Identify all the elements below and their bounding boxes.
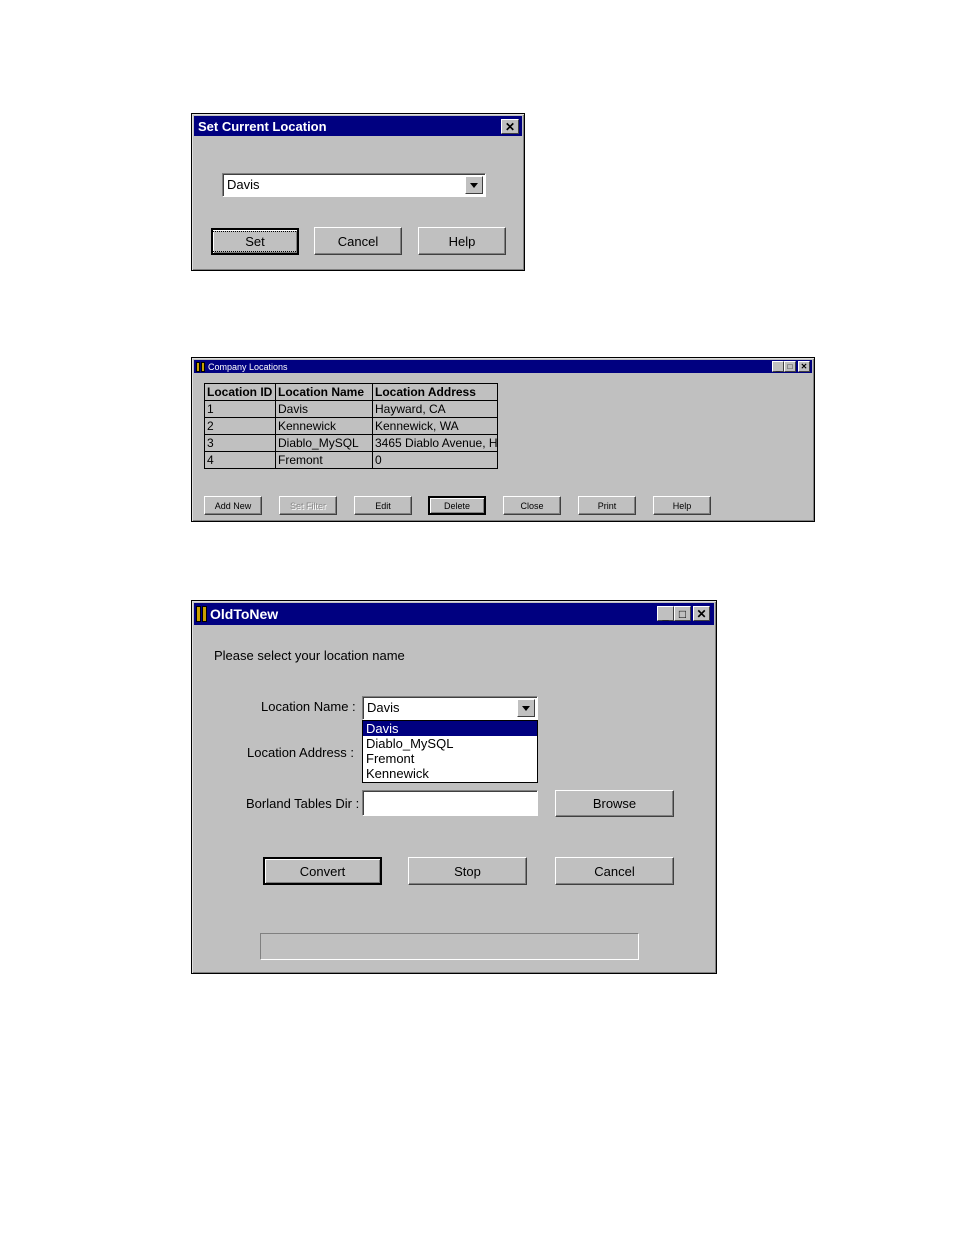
table-row[interactable]: 4 Fremont 0 xyxy=(204,451,498,469)
cancel-button[interactable]: Cancel xyxy=(555,857,674,885)
close-icon: ✕ xyxy=(800,361,808,371)
delete-button-label: Delete xyxy=(443,500,470,511)
location-address-label: Location Address : xyxy=(247,745,354,760)
window-title: OldToNew xyxy=(210,606,279,622)
browse-button-label: Browse xyxy=(592,796,637,811)
column-header[interactable]: Location Name xyxy=(275,383,373,401)
location-name-select-arrow[interactable] xyxy=(517,699,535,717)
set-button-label: Set xyxy=(212,231,298,252)
cancel-button-label: Cancel xyxy=(594,863,635,879)
set-filter-button[interactable]: Set Filter xyxy=(279,496,337,515)
chevron-down-icon xyxy=(522,705,530,711)
edit-button[interactable]: Edit xyxy=(354,496,412,515)
app-icon xyxy=(196,606,207,622)
close-button[interactable]: ✕ xyxy=(693,606,710,621)
dropdown-option[interactable]: Fremont xyxy=(363,751,537,766)
close-icon: ✕ xyxy=(504,119,516,134)
location-name-select[interactable]: Davis xyxy=(362,696,538,720)
set-filter-button-label: Set Filter xyxy=(289,500,326,511)
maximize-icon: □ xyxy=(678,606,687,621)
cancel-button[interactable]: Cancel xyxy=(314,227,402,255)
dropdown-option-selected[interactable]: Davis xyxy=(363,721,537,736)
add-new-button-label: Add New xyxy=(214,500,252,511)
prompt-text: Please select your location name xyxy=(214,648,405,663)
table-cell[interactable]: Fremont xyxy=(275,451,373,469)
chevron-down-icon xyxy=(470,182,478,188)
table-row[interactable]: 2 Kennewick Kennewick, WA xyxy=(204,417,498,435)
minimize-icon: _ xyxy=(662,609,669,622)
table-cell[interactable]: 2 xyxy=(204,417,276,435)
stop-button[interactable]: Stop xyxy=(408,857,527,885)
location-dropdown-list[interactable]: Davis Diablo_MySQL Fremont Kennewick xyxy=(362,720,538,783)
table-cell[interactable]: 3 xyxy=(204,434,276,452)
old-to-new-window: OldToNew _ □ ✕ Please select your locati… xyxy=(191,600,717,974)
dropdown-option[interactable]: Diablo_MySQL xyxy=(363,736,537,751)
minimize-button[interactable]: _ xyxy=(772,361,784,372)
table-cell[interactable]: 3465 Diablo Avenue, H xyxy=(372,434,498,452)
app-icon xyxy=(196,361,205,372)
progress-bar xyxy=(260,933,639,960)
table-row[interactable]: 1 Davis Hayward, CA xyxy=(204,400,498,418)
table-cell[interactable]: 0 xyxy=(372,451,498,469)
edit-button-label: Edit xyxy=(375,500,391,511)
help-button[interactable]: Help xyxy=(653,496,711,515)
browse-button[interactable]: Browse xyxy=(555,790,674,817)
maximize-button[interactable]: □ xyxy=(674,606,691,621)
print-button[interactable]: Print xyxy=(578,496,636,515)
location-select-arrow[interactable] xyxy=(465,176,483,194)
close-button[interactable]: ✕ xyxy=(501,119,519,134)
table-row[interactable]: 3 Diablo_MySQL 3465 Diablo Avenue, H xyxy=(204,434,498,452)
close-button-label: Close xyxy=(520,500,544,511)
delete-button[interactable]: Delete xyxy=(428,496,486,515)
print-button-label: Print xyxy=(597,500,617,511)
table-cell[interactable]: Hayward, CA xyxy=(372,400,498,418)
minimize-button[interactable]: _ xyxy=(657,606,674,621)
maximize-button[interactable]: □ xyxy=(784,361,796,372)
title-bar: Company Locations _ □ ✕ xyxy=(194,360,812,373)
table-cell[interactable]: Kennewick xyxy=(275,417,373,435)
title-bar: OldToNew _ □ ✕ xyxy=(194,603,714,625)
table-cell[interactable]: Davis xyxy=(275,400,373,418)
set-current-location-dialog: Set Current Location ✕ Davis Set Cancel … xyxy=(191,113,525,271)
stop-button-label: Stop xyxy=(454,863,481,879)
borland-tables-dir-label: Borland Tables Dir : xyxy=(246,796,360,811)
close-icon: ✕ xyxy=(696,606,707,621)
location-select-value: Davis xyxy=(227,177,260,192)
company-locations-window: Company Locations _ □ ✕ Location ID Loca… xyxy=(191,357,815,522)
convert-button-label: Convert xyxy=(299,863,346,879)
help-button-label: Help xyxy=(672,500,692,511)
maximize-icon: □ xyxy=(787,361,793,371)
title-bar: Set Current Location ✕ xyxy=(194,116,522,136)
table-cell[interactable]: Kennewick, WA xyxy=(372,417,498,435)
column-header[interactable]: Location Address xyxy=(372,383,498,401)
set-button[interactable]: Set xyxy=(211,228,299,255)
locations-table: Location ID Location Name Location Addre… xyxy=(204,383,498,469)
close-button[interactable]: ✕ xyxy=(798,361,810,372)
window-title: Set Current Location xyxy=(198,118,327,134)
close-button[interactable]: Close xyxy=(503,496,561,515)
add-new-button[interactable]: Add New xyxy=(204,496,262,515)
location-name-label: Location Name : xyxy=(261,699,356,714)
table-cell[interactable]: 4 xyxy=(204,451,276,469)
table-cell[interactable]: 1 xyxy=(204,400,276,418)
column-header[interactable]: Location ID xyxy=(204,383,276,401)
window-title: Company Locations xyxy=(208,361,288,372)
help-button[interactable]: Help xyxy=(418,227,506,255)
convert-button[interactable]: Convert xyxy=(263,857,382,885)
minimize-icon: _ xyxy=(775,363,781,373)
location-select[interactable]: Davis xyxy=(222,173,486,197)
table-header-row: Location ID Location Name Location Addre… xyxy=(204,383,498,401)
location-name-value: Davis xyxy=(367,700,400,715)
help-button-label: Help xyxy=(448,233,476,249)
cancel-button-label: Cancel xyxy=(337,233,379,249)
dropdown-option[interactable]: Kennewick xyxy=(363,766,537,781)
table-cell[interactable]: Diablo_MySQL xyxy=(275,434,373,452)
borland-tables-dir-input[interactable] xyxy=(362,790,538,816)
